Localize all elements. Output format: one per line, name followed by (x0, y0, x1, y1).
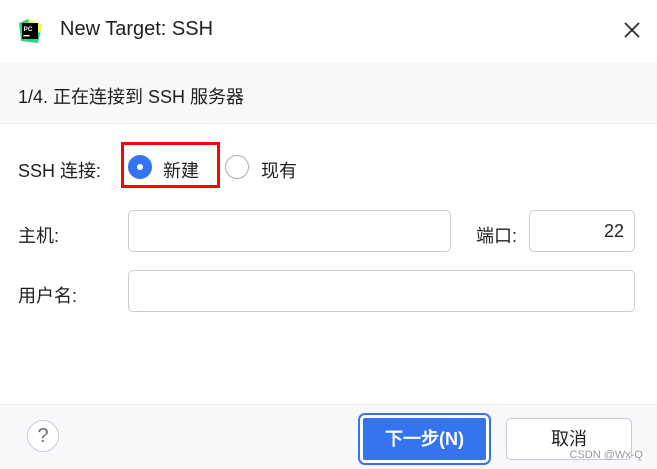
title-bar: PC New Target: SSH (0, 0, 657, 62)
next-button[interactable]: 下一步(N) (360, 415, 489, 463)
window-title: New Target: SSH (60, 18, 214, 40)
pycharm-logo-icon: PC (19, 19, 42, 43)
ssh-connection-label: SSH 连接: (18, 161, 102, 181)
radio-existing-label[interactable]: 现有 (261, 157, 297, 183)
host-input[interactable] (128, 210, 451, 252)
new-target-ssh-dialog: PC New Target: SSH 1/4. 正在连接到 SSH 服务器 SS… (0, 0, 657, 469)
port-input[interactable] (529, 210, 635, 252)
radio-new[interactable] (128, 155, 152, 179)
radio-new-label[interactable]: 新建 (163, 157, 199, 183)
username-input[interactable] (128, 270, 635, 312)
svg-text:PC: PC (24, 26, 33, 33)
help-button[interactable]: ? (27, 420, 59, 452)
port-label: 端口: (476, 226, 518, 246)
step-header: 1/4. 正在连接到 SSH 服务器 (0, 62, 657, 124)
step-title: 1/4. 正在连接到 SSH 服务器 (18, 87, 245, 107)
username-label: 用户名: (18, 286, 78, 306)
host-label: 主机: (18, 226, 60, 246)
watermark: CSDN @Wx-Q (569, 449, 644, 461)
close-icon[interactable] (620, 18, 644, 42)
dialog-footer: ? 下一步(N) 取消 CSDN @Wx-Q (0, 404, 657, 469)
radio-existing[interactable] (225, 155, 249, 179)
